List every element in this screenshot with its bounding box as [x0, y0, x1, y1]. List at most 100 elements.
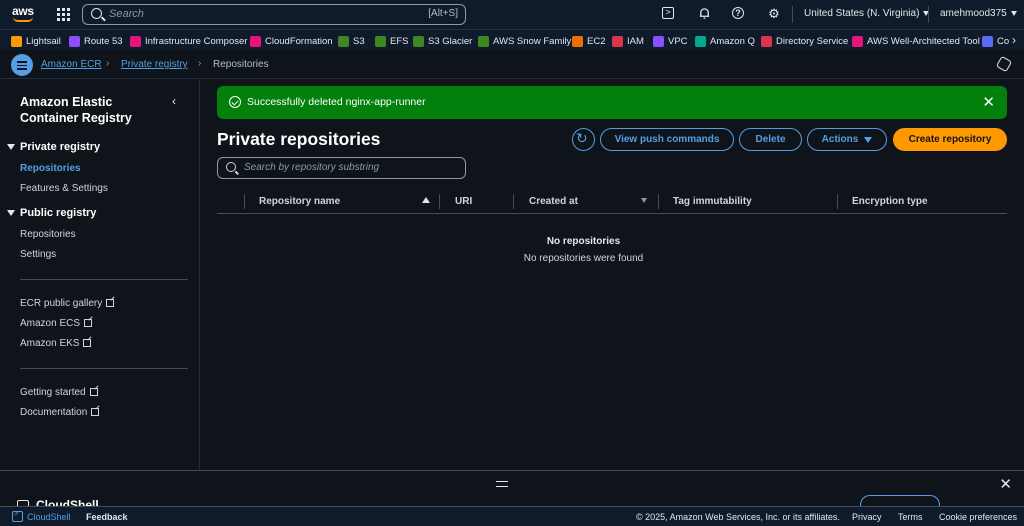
favorite-infrastructure-composer[interactable]: Infrastructure Composer — [130, 34, 247, 48]
favorite-iam[interactable]: IAM — [612, 34, 644, 48]
sidebar-item-public-settings[interactable]: Settings — [20, 249, 56, 260]
favorite-vpc[interactable]: VPC — [653, 34, 688, 48]
repository-search-input[interactable]: Search by repository substring — [217, 157, 466, 179]
view-push-commands-button[interactable]: View push commands — [600, 128, 734, 151]
column-header-created-at[interactable]: Created at — [529, 196, 578, 207]
filter-placeholder: Search by repository substring — [244, 162, 380, 173]
section-label: Public registry — [20, 207, 97, 219]
external-link-icon — [89, 388, 98, 397]
feedback-hex-icon[interactable] — [995, 55, 1013, 73]
column-header-uri[interactable]: URI — [455, 196, 472, 207]
actions-button[interactable]: Actions — [807, 128, 887, 151]
column-header-repository-name[interactable]: Repository name — [259, 196, 340, 207]
close-icon[interactable]: ✕ — [999, 475, 1012, 493]
nav-divider — [928, 6, 929, 23]
favorite-s3-glacier[interactable]: S3 Glacier — [413, 34, 472, 48]
favorite-route53[interactable]: Route 53 — [69, 34, 123, 48]
sidebar-link-ecr-public-gallery[interactable]: ECR public gallery — [20, 298, 115, 309]
help-icon[interactable]: ? — [732, 7, 744, 19]
link-label: Amazon EKS — [20, 338, 80, 349]
search-icon — [91, 8, 102, 19]
directory-service-icon — [761, 35, 772, 47]
refresh-button[interactable] — [572, 128, 595, 151]
favorite-amazon-q[interactable]: Amazon Q — [695, 34, 755, 48]
cloudshell-icon[interactable] — [12, 509, 23, 522]
favorite-efs[interactable]: EFS — [375, 34, 408, 48]
search-icon — [226, 162, 236, 172]
ec2-icon — [572, 35, 583, 47]
section-label: Private registry — [20, 141, 101, 153]
empty-state-title: No repositories — [546, 236, 621, 247]
link-label: ECR public gallery — [20, 298, 103, 309]
flash-message: Successfully deleted nginx-app-runner — [247, 96, 426, 108]
footer-cloudshell-link[interactable]: CloudShell — [27, 512, 71, 522]
sidebar-item-features-settings[interactable]: Features & Settings — [20, 183, 108, 194]
sidebar-item-public-repositories[interactable]: Repositories — [20, 229, 76, 240]
link-label: Documentation — [20, 407, 88, 418]
favorite-cloudformation[interactable]: CloudFormation — [250, 34, 333, 48]
footer-privacy-link[interactable]: Privacy — [852, 512, 882, 522]
sidebar-item-private-repositories[interactable]: Repositories — [20, 163, 81, 174]
sort-icon[interactable] — [641, 198, 647, 203]
caret-down-icon — [7, 210, 15, 217]
chevron-right-icon[interactable]: › — [1012, 33, 1016, 47]
breadcrumb-amazon-ecr[interactable]: Amazon ECR — [41, 59, 102, 70]
create-repository-button[interactable]: Create repository — [893, 128, 1007, 151]
favorite-label: S3 Glacier — [428, 35, 473, 47]
favorite-label: AWS Snow Family — [493, 35, 572, 47]
close-icon[interactable]: ✕ — [982, 93, 995, 111]
sidebar-link-amazon-eks[interactable]: Amazon EKS — [20, 338, 92, 349]
empty-state-message: No repositories were found — [523, 253, 644, 264]
chevron-left-icon[interactable]: ‹ — [172, 94, 176, 108]
favorite-truncated[interactable]: Co — [982, 34, 1009, 48]
cloudshell-icon[interactable]: > — [662, 7, 674, 19]
breadcrumb-current: Repositories — [213, 59, 269, 70]
favorite-s3[interactable]: S3 — [338, 34, 365, 48]
favorite-directory-service[interactable]: Directory Service — [761, 34, 848, 48]
success-flash-banner: Successfully deleted nginx-app-runner ✕ — [217, 86, 1007, 119]
sidebar-link-amazon-ecs[interactable]: Amazon ECS — [20, 318, 93, 329]
favorite-label: VPC — [668, 35, 688, 47]
sidebar-link-getting-started[interactable]: Getting started — [20, 387, 98, 398]
cloudshell-panel: ✕ CloudShell — [0, 470, 1024, 515]
favorite-lightsail[interactable]: Lightsail — [11, 34, 61, 48]
chevron-right-icon: › — [106, 58, 110, 69]
search-placeholder: Search — [109, 8, 144, 20]
page-title: Private repositories — [217, 129, 381, 149]
sidebar-link-documentation[interactable]: Documentation — [20, 407, 100, 418]
menu-icon[interactable] — [11, 54, 33, 76]
settings-icon[interactable]: ⚙ — [767, 7, 781, 21]
section-public-registry[interactable]: Public registry — [7, 207, 96, 219]
actions-label: Actions — [821, 134, 859, 145]
sort-ascending-icon[interactable] — [422, 197, 430, 203]
services-grid-icon[interactable] — [57, 8, 70, 21]
section-private-registry[interactable]: Private registry — [7, 141, 100, 153]
cloudformation-icon — [250, 35, 261, 47]
footer-cookie-preferences-link[interactable]: Cookie preferences — [939, 512, 1017, 522]
favorite-label: Amazon Q — [710, 35, 755, 47]
favorite-well-architected[interactable]: AWS Well-Architected Tool — [852, 34, 980, 48]
notifications-icon[interactable] — [697, 7, 711, 21]
service-icon — [982, 35, 993, 47]
link-label: Getting started — [20, 387, 86, 398]
sidebar-title: Amazon Elastic Container Registry — [20, 95, 132, 125]
delete-button[interactable]: Delete — [739, 128, 802, 151]
search-shortcut: [Alt+S] — [428, 8, 458, 19]
favorite-label: Lightsail — [26, 35, 61, 47]
favorite-ec2[interactable]: EC2 — [572, 34, 605, 48]
column-header-tag-immutability[interactable]: Tag immutability — [673, 196, 752, 207]
column-header-encryption-type[interactable]: Encryption type — [852, 196, 928, 207]
favorite-snow-family[interactable]: AWS Snow Family — [478, 34, 571, 48]
external-link-icon — [106, 299, 115, 308]
link-label: Amazon ECS — [20, 318, 81, 329]
breadcrumb-private-registry[interactable]: Private registry — [121, 59, 188, 70]
aws-logo[interactable]: aws — [12, 4, 36, 24]
snow-family-icon — [478, 35, 489, 47]
footer-feedback-link[interactable]: Feedback — [86, 512, 128, 522]
drag-handle-icon[interactable] — [496, 481, 508, 487]
footer-terms-link[interactable]: Terms — [898, 512, 923, 522]
account-menu[interactable]: amehmood375 — [940, 8, 1017, 19]
global-search-input[interactable]: Search [Alt+S] — [82, 4, 466, 25]
external-link-icon — [84, 319, 93, 328]
region-selector[interactable]: United States (N. Virginia) — [804, 8, 930, 19]
